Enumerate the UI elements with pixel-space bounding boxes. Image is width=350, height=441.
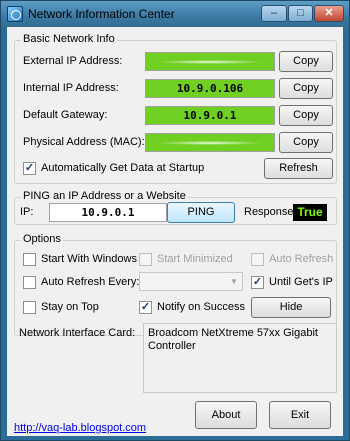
auto-refresh-label: Auto Refresh bbox=[269, 253, 334, 265]
options-group: Options Start With Windows Start Minimiz… bbox=[14, 233, 337, 336]
ping-group-title: PING an IP Address or a Website bbox=[21, 190, 188, 202]
chevron-down-icon: ▼ bbox=[230, 277, 238, 286]
stay-on-top-label: Stay on Top bbox=[41, 301, 99, 313]
mac-address-value bbox=[145, 133, 275, 152]
options-group-title: Options bbox=[21, 233, 63, 245]
mac-address-label: Physical Address (MAC): bbox=[23, 136, 145, 148]
auto-refresh-every-label: Auto Refresh Every: bbox=[41, 276, 140, 288]
client-area: Basic Network Info External IP Address: … bbox=[7, 27, 343, 436]
exit-button[interactable]: Exit bbox=[269, 401, 331, 429]
auto-refresh-checkbox[interactable] bbox=[251, 253, 264, 266]
notify-on-success-label: Notify on Success bbox=[157, 301, 246, 313]
basic-network-info-title: Basic Network Info bbox=[21, 33, 117, 45]
start-minimized-label: Start Minimized bbox=[157, 253, 233, 265]
copy-gateway-button[interactable]: Copy bbox=[279, 105, 333, 126]
default-gateway-value: 10.9.0.1 bbox=[145, 106, 275, 125]
response-label: Response: bbox=[244, 206, 297, 218]
ping-group: PING an IP Address or a Website IP: 10.9… bbox=[14, 190, 337, 225]
nic-value: Broadcom NetXtreme 57xx Gigabit Controll… bbox=[143, 323, 337, 393]
auto-refresh-interval-select[interactable]: ▼ bbox=[139, 272, 243, 291]
external-ip-label: External IP Address: bbox=[23, 55, 123, 67]
title-bar[interactable]: Network Information Center – □ ✕ bbox=[1, 1, 349, 27]
response-value: True bbox=[293, 204, 327, 221]
stay-on-top-checkbox[interactable] bbox=[23, 301, 36, 314]
external-ip-value bbox=[145, 52, 275, 71]
close-button[interactable]: ✕ bbox=[314, 5, 344, 22]
start-with-windows-checkbox[interactable] bbox=[23, 253, 36, 266]
app-window: Network Information Center – □ ✕ Basic N… bbox=[0, 0, 350, 441]
network-app-icon bbox=[7, 6, 23, 22]
minimize-button[interactable]: – bbox=[261, 5, 287, 22]
ping-ip-label: IP: bbox=[20, 206, 34, 218]
website-link[interactable]: http://vaq-lab.blogspot.com bbox=[14, 422, 146, 434]
auto-get-data-label: Automatically Get Data at Startup bbox=[41, 162, 205, 174]
basic-network-info-group: Basic Network Info External IP Address: … bbox=[14, 33, 337, 184]
ping-ip-input[interactable]: 10.9.0.1 bbox=[49, 203, 167, 222]
copy-mac-button[interactable]: Copy bbox=[279, 132, 333, 153]
about-button[interactable]: About bbox=[195, 401, 257, 429]
copy-external-ip-button[interactable]: Copy bbox=[279, 51, 333, 72]
refresh-button[interactable]: Refresh bbox=[264, 158, 333, 179]
maximize-button[interactable]: □ bbox=[288, 5, 313, 22]
copy-internal-ip-button[interactable]: Copy bbox=[279, 78, 333, 99]
start-with-windows-label: Start With Windows bbox=[41, 253, 137, 265]
until-gets-ip-label: Until Get's IP bbox=[269, 276, 333, 288]
default-gateway-label: Default Gateway: bbox=[23, 109, 108, 121]
ping-button[interactable]: PING bbox=[167, 202, 235, 223]
auto-refresh-every-checkbox[interactable] bbox=[23, 276, 36, 289]
notify-on-success-checkbox[interactable]: ✓ bbox=[139, 301, 152, 314]
window-title: Network Information Center bbox=[28, 7, 175, 21]
until-gets-ip-checkbox[interactable]: ✓ bbox=[251, 276, 264, 289]
internal-ip-label: Internal IP Address: bbox=[23, 82, 119, 94]
hide-button[interactable]: Hide bbox=[251, 297, 331, 318]
start-minimized-checkbox[interactable] bbox=[139, 253, 152, 266]
internal-ip-value: 10.9.0.106 bbox=[145, 79, 275, 98]
nic-label: Network Interface Card: bbox=[19, 327, 136, 339]
auto-get-data-checkbox[interactable]: ✓ bbox=[23, 162, 36, 175]
